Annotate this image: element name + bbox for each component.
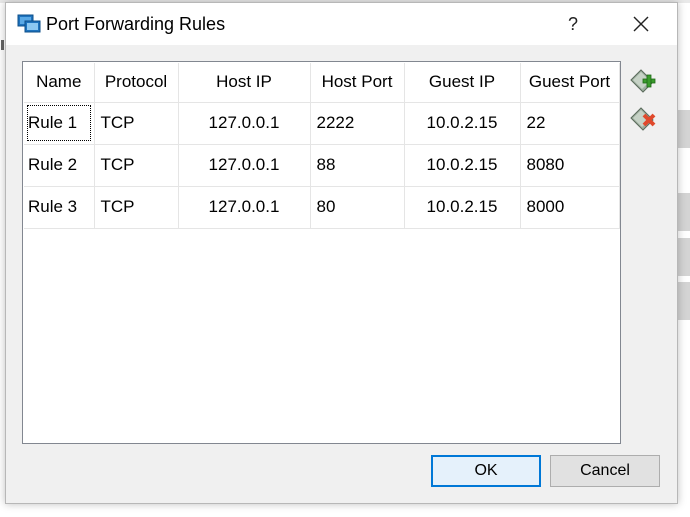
- table-row[interactable]: Rule 1 TCP 127.0.0.1 2222 10.0.2.15 22: [24, 102, 620, 145]
- column-header-protocol[interactable]: Protocol: [94, 63, 179, 103]
- protocol-cell[interactable]: TCP: [94, 186, 179, 229]
- host-port-cell[interactable]: 80: [310, 186, 405, 229]
- table-row[interactable]: Rule 2 TCP 127.0.0.1 88 10.0.2.15 8080: [24, 144, 620, 187]
- column-header-host-ip[interactable]: Host IP: [178, 63, 311, 103]
- background-window-block: [678, 110, 690, 148]
- help-button[interactable]: ?: [550, 3, 596, 45]
- background-window-block: [678, 193, 690, 231]
- column-header-name[interactable]: Name: [24, 63, 95, 103]
- add-rule-icon: [630, 69, 656, 93]
- rule-name-cell[interactable]: Rule 3: [24, 186, 95, 229]
- rule-name-cell[interactable]: Rule 1: [24, 102, 95, 145]
- rule-name-cell[interactable]: Rule 2: [24, 144, 95, 187]
- table-header-row: Name Protocol Host IP Host Port Guest IP…: [24, 63, 620, 103]
- dialog-title: Port Forwarding Rules: [46, 14, 226, 34]
- network-icon: [17, 14, 41, 33]
- protocol-cell[interactable]: TCP: [94, 102, 179, 145]
- host-port-cell[interactable]: 88: [310, 144, 405, 187]
- host-port-cell[interactable]: 2222: [310, 102, 405, 145]
- protocol-cell[interactable]: TCP: [94, 144, 179, 187]
- table-row[interactable]: Rule 3 TCP 127.0.0.1 80 10.0.2.15 8000: [24, 186, 620, 229]
- guest-port-cell[interactable]: 8000: [520, 186, 620, 229]
- remove-rule-button[interactable]: [629, 105, 657, 133]
- remove-rule-icon: [630, 107, 656, 131]
- background-window-block: [678, 238, 690, 276]
- guest-ip-cell[interactable]: 10.0.2.15: [404, 102, 521, 145]
- guest-port-cell[interactable]: 22: [520, 102, 620, 145]
- column-header-host-port[interactable]: Host Port: [310, 63, 405, 103]
- host-ip-cell[interactable]: 127.0.0.1: [178, 144, 311, 187]
- cancel-button[interactable]: Cancel: [550, 455, 660, 487]
- guest-ip-cell[interactable]: 10.0.2.15: [404, 186, 521, 229]
- ok-button[interactable]: OK: [431, 455, 541, 487]
- column-header-guest-port[interactable]: Guest Port: [520, 63, 620, 103]
- host-ip-cell[interactable]: 127.0.0.1: [178, 186, 311, 229]
- guest-ip-cell[interactable]: 10.0.2.15: [404, 144, 521, 187]
- rules-table-frame: Name Protocol Host IP Host Port Guest IP…: [22, 61, 621, 444]
- background-window-block: [678, 282, 690, 320]
- guest-port-cell[interactable]: 8080: [520, 144, 620, 187]
- host-ip-cell[interactable]: 127.0.0.1: [178, 102, 311, 145]
- column-header-guest-ip[interactable]: Guest IP: [404, 63, 521, 103]
- background-window-mark: [1, 40, 4, 50]
- close-icon: [633, 16, 649, 32]
- port-forwarding-dialog: Port Forwarding Rules ? Name Protocol Ho…: [5, 2, 678, 504]
- add-rule-button[interactable]: [629, 67, 657, 95]
- close-button[interactable]: [618, 3, 664, 45]
- rules-table: Name Protocol Host IP Host Port Guest IP…: [24, 63, 620, 229]
- title-bar: Port Forwarding Rules ?: [6, 3, 677, 45]
